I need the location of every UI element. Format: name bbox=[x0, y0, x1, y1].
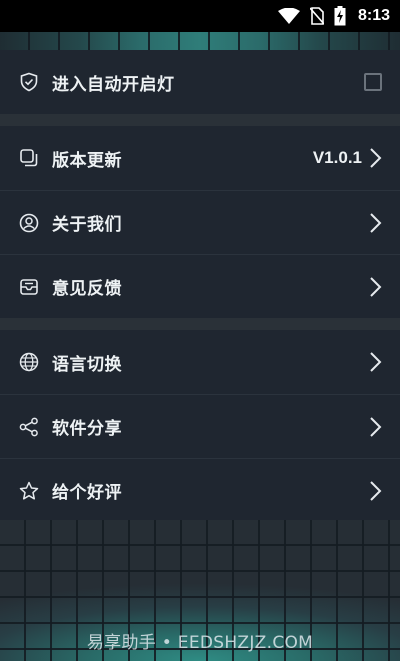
version-value: V1.0.1 bbox=[312, 148, 362, 167]
status-time: 8:13 bbox=[357, 7, 390, 24]
auto-light-row[interactable]: 进入自动开启灯 bbox=[0, 50, 400, 114]
menu-item-feedback[interactable]: 意见反馈 bbox=[0, 254, 400, 318]
auto-light-card: 进入自动开启灯 bbox=[0, 50, 400, 114]
star-icon bbox=[18, 480, 40, 502]
mail-tray-icon bbox=[18, 276, 40, 298]
auto-light-checkbox[interactable] bbox=[364, 73, 382, 91]
menu-item-label: 意见反馈 bbox=[52, 279, 122, 299]
wifi-icon bbox=[277, 8, 300, 24]
chevron-right-icon bbox=[368, 147, 382, 169]
battery-charging-icon bbox=[334, 6, 346, 26]
menu-group-2: 语言切换 软件分享 给个好评 bbox=[0, 330, 400, 522]
user-circle-icon bbox=[18, 212, 40, 234]
copy-icon bbox=[18, 147, 40, 169]
menu-item-language[interactable]: 语言切换 bbox=[0, 330, 400, 394]
menu-group-1: 版本更新 V1.0.1 关于我们 意见反馈 bbox=[0, 126, 400, 318]
chevron-right-icon bbox=[368, 351, 382, 373]
menu-item-about-us[interactable]: 关于我们 bbox=[0, 190, 400, 254]
chevron-right-icon bbox=[368, 480, 382, 502]
auto-light-label: 进入自动开启灯 bbox=[52, 74, 175, 95]
menu-item-label: 软件分享 bbox=[52, 419, 122, 439]
globe-icon bbox=[18, 351, 40, 373]
menu-item-label: 版本更新 bbox=[52, 150, 122, 171]
menu-item-version-update[interactable]: 版本更新 V1.0.1 bbox=[0, 126, 400, 190]
shield-check-icon bbox=[18, 71, 40, 93]
status-bar: 8:13 bbox=[0, 0, 400, 32]
menu-item-label: 关于我们 bbox=[52, 215, 122, 235]
chevron-right-icon bbox=[368, 212, 382, 234]
watermark-text: 易享助手 • EEDSHZJZ.COM bbox=[86, 633, 314, 653]
menu-item-label: 语言切换 bbox=[52, 354, 122, 375]
menu-item-rate[interactable]: 给个好评 bbox=[0, 458, 400, 522]
share-icon bbox=[18, 416, 40, 438]
no-sim-icon bbox=[309, 7, 324, 25]
chevron-right-icon bbox=[368, 276, 382, 298]
menu-item-share[interactable]: 软件分享 bbox=[0, 394, 400, 458]
background-tiles-top bbox=[0, 32, 400, 50]
chevron-right-icon bbox=[368, 416, 382, 438]
menu-item-label: 给个好评 bbox=[52, 483, 122, 503]
